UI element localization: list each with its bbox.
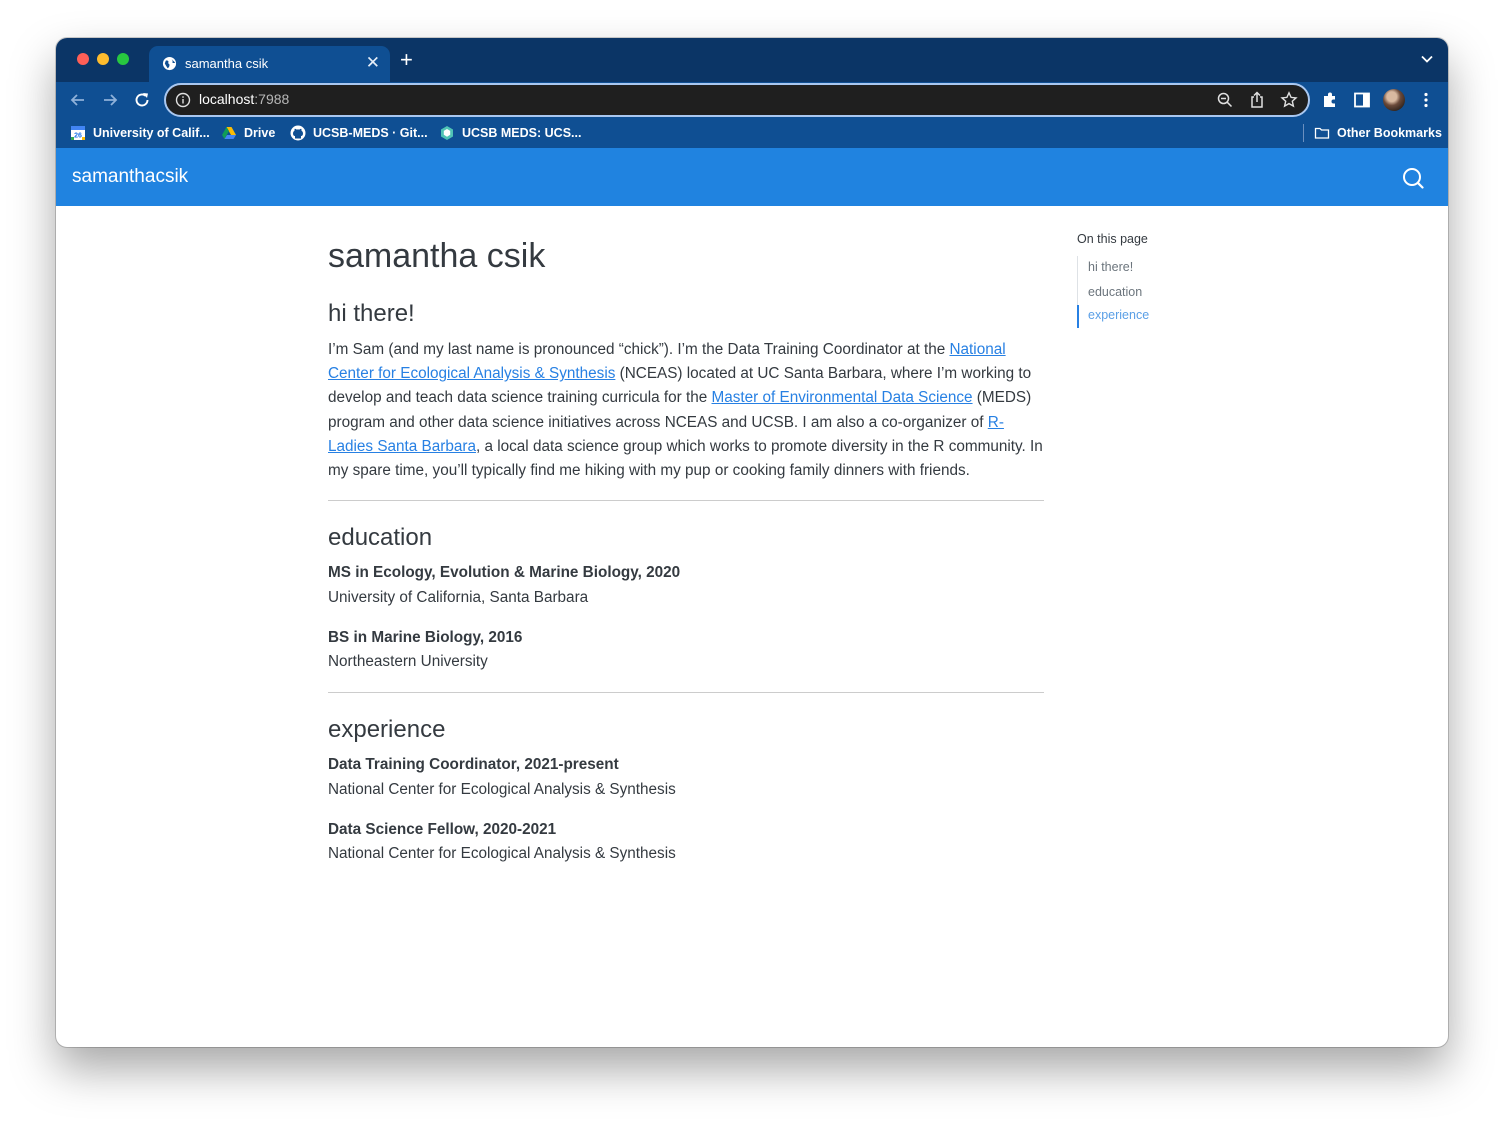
experience-role: Data Training Coordinator, 2021-present	[328, 756, 619, 773]
bookmark-star-icon[interactable]	[1280, 91, 1298, 109]
site-navbar: samanthacsik	[56, 148, 1448, 206]
bookmark-label: UCSB MEDS: UCS...	[462, 126, 582, 140]
more-menu-icon[interactable]	[1416, 90, 1436, 110]
experience-organization: National Center for Ecological Analysis …	[328, 781, 676, 798]
bookmark-item[interactable]: UCSB-MEDS · Git...	[290, 122, 428, 144]
section-heading-experience: experience	[328, 716, 446, 743]
bookmark-label: Drive	[244, 126, 276, 140]
other-bookmarks-label: Other Bookmarks	[1337, 126, 1442, 140]
browser-window: samantha csik ✕ + localhost:7988 26 Univ…	[56, 38, 1448, 1047]
section-heading-education: education	[328, 524, 433, 551]
bookmark-label: University of Calif...	[93, 126, 210, 140]
back-arrow-icon[interactable]	[68, 90, 88, 110]
toc-title: On this page	[1077, 232, 1148, 246]
toc-link-experience[interactable]: experience	[1088, 308, 1149, 322]
education-institution: Northeastern University	[328, 653, 488, 670]
bookmark-item[interactable]: UCSB MEDS: UCS...	[439, 122, 581, 144]
calendar-icon-text: 26	[74, 133, 82, 140]
tab-active[interactable]: samantha csik ✕	[149, 46, 390, 82]
reload-icon[interactable]	[132, 90, 152, 110]
education-degree: BS in Marine Biology, 2016	[328, 629, 523, 646]
section-divider	[328, 692, 1044, 693]
tab-title: samantha csik	[185, 56, 269, 71]
url-port: :7988	[254, 91, 290, 107]
tab-strip: samantha csik ✕ +	[56, 38, 1448, 82]
site-brand-link[interactable]: samanthacsik	[72, 166, 188, 188]
forward-arrow-icon[interactable]	[100, 90, 120, 110]
toc-link-hi-there[interactable]: hi there!	[1088, 260, 1133, 274]
meds-link[interactable]: Master of Environmental Data Science	[712, 389, 973, 406]
browser-toolbar: localhost:7988	[56, 82, 1448, 118]
search-icon[interactable]	[1402, 167, 1424, 189]
new-tab-button[interactable]: +	[400, 48, 413, 72]
github-icon	[290, 125, 306, 141]
extensions-puzzle-icon[interactable]	[1320, 90, 1340, 110]
minimize-window-button[interactable]	[97, 53, 109, 65]
address-bar[interactable]: localhost:7988	[164, 83, 1310, 117]
tab-close-icon[interactable]: ✕	[366, 53, 380, 73]
tab-search-chevron-icon[interactable]	[1420, 52, 1434, 66]
education-institution: University of California, Santa Barbara	[328, 589, 589, 606]
bookmark-item[interactable]: Drive	[221, 122, 275, 144]
page-title: samantha csik	[328, 237, 546, 275]
profile-avatar[interactable]	[1383, 89, 1405, 111]
site-info-icon[interactable]	[175, 92, 191, 108]
toc-link-education[interactable]: education	[1088, 285, 1142, 299]
intro-paragraph: I’m Sam (and my last name is pronounced …	[328, 338, 1044, 483]
hexagon-logo-icon	[441, 126, 453, 140]
intro-text: I’m Sam (and my last name is pronounced …	[328, 341, 950, 358]
url-text: localhost:7988	[199, 91, 289, 107]
calendar-icon: 26	[71, 126, 85, 140]
section-divider	[328, 500, 1044, 501]
experience-role: Data Science Fellow, 2020-2021	[328, 821, 557, 838]
google-drive-icon	[222, 127, 236, 139]
share-icon[interactable]	[1248, 91, 1266, 109]
folder-icon	[1314, 127, 1330, 139]
side-panel-icon[interactable]	[1352, 90, 1372, 110]
bookmarks-bar: 26 University of Calif... Drive UCSB-MED…	[56, 118, 1448, 148]
bookmark-separator	[1303, 124, 1304, 142]
close-window-button[interactable]	[77, 53, 89, 65]
other-bookmarks[interactable]: Other Bookmarks	[1314, 122, 1442, 144]
zoom-icon[interactable]	[1216, 91, 1234, 109]
education-degree: MS in Ecology, Evolution & Marine Biolog…	[328, 564, 681, 581]
url-host: localhost	[199, 91, 255, 107]
experience-organization: National Center for Ecological Analysis …	[328, 845, 676, 862]
bookmark-label: UCSB-MEDS · Git...	[313, 126, 428, 140]
bookmark-item[interactable]: 26 University of Calif...	[70, 122, 210, 144]
zoom-window-button[interactable]	[117, 53, 129, 65]
globe-icon	[162, 56, 177, 71]
section-heading-hi-there: hi there!	[328, 300, 415, 327]
toc-active-indicator	[1077, 305, 1079, 328]
